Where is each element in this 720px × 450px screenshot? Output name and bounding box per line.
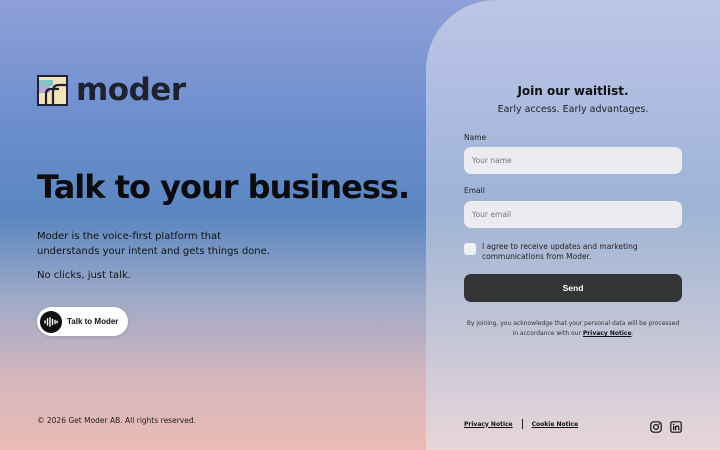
- cookie-notice-link[interactable]: Cookie Notice: [532, 421, 579, 428]
- privacy-notice-link[interactable]: Privacy Notice: [464, 421, 513, 428]
- waitlist-subtitle: Early access. Early advantages.: [497, 104, 649, 115]
- panel-footer-links: Privacy Notice Cookie Notice: [464, 419, 578, 429]
- moder-logo-icon: [37, 75, 68, 106]
- hero-section: moder Talk to your business. Moder is th…: [0, 0, 430, 450]
- voice-wave-icon: [40, 310, 62, 333]
- email-placeholder: Your email: [472, 210, 512, 219]
- brand-name: moder: [76, 72, 186, 108]
- hero-tagline: No clicks, just talk.: [37, 270, 131, 281]
- consent-label: I agree to receive updates and marketing…: [482, 242, 638, 261]
- page-headline: Talk to your business.: [37, 168, 410, 206]
- name-placeholder: Your name: [472, 156, 512, 165]
- hero-description: Moder is the voice-first platform that u…: [37, 231, 270, 257]
- copyright-text: © 2026 Get Moder AB. All rights reserved…: [37, 416, 196, 425]
- linkedin-icon[interactable]: [670, 418, 682, 433]
- email-field[interactable]: Your email: [464, 201, 682, 228]
- instagram-icon[interactable]: [650, 418, 662, 433]
- consent-checkbox[interactable]: [464, 243, 476, 255]
- waitlist-title: Join our waitlist.: [517, 84, 629, 98]
- name-label: Name: [464, 133, 487, 142]
- talk-to-moder-button[interactable]: Talk to Moder: [37, 307, 129, 336]
- name-field[interactable]: Your name: [464, 147, 682, 174]
- send-button[interactable]: Send: [464, 274, 682, 302]
- waitlist-panel: Join our waitlist. Early access. Early a…: [426, 0, 720, 450]
- talk-button-label: Talk to Moder: [67, 317, 119, 326]
- fine-print-text: By joining, you acknowledge that your pe…: [466, 320, 680, 337]
- privacy-fine-print: By joining, you acknowledge that your pe…: [464, 319, 682, 339]
- fine-print-suffix: .: [631, 330, 634, 337]
- email-label: Email: [464, 186, 485, 195]
- fine-print-privacy-link[interactable]: Privacy Notice: [583, 330, 632, 337]
- footer-divider: [521, 419, 523, 429]
- brand-logo[interactable]: moder: [37, 75, 186, 106]
